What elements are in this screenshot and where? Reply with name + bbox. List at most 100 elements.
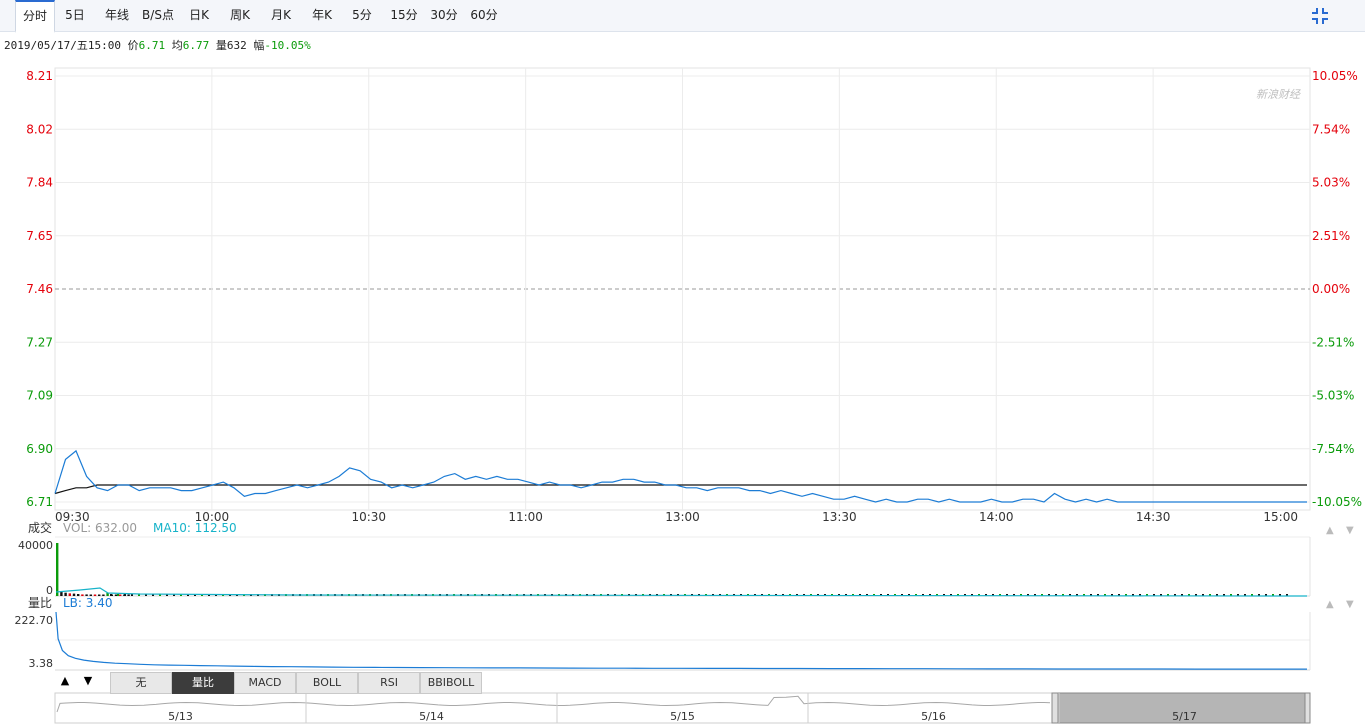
volume-bar <box>1230 594 1232 596</box>
volume-bar <box>1139 594 1141 596</box>
volume-bar <box>642 594 644 596</box>
vol-panel-down-icon[interactable]: ▼ <box>1346 525 1354 536</box>
volume-bar <box>985 594 987 596</box>
quote-info-bar: 2019/05/17/五15:00 价6.71 均6.77 量632 幅-10.… <box>4 37 311 53</box>
tab-day-k[interactable]: 日K <box>184 0 214 31</box>
collapse-icon[interactable] <box>1311 7 1329 25</box>
tab-intraday[interactable]: 分时 <box>15 0 55 33</box>
tab-60min[interactable]: 60分 <box>468 0 500 31</box>
volume-bar <box>89 594 92 596</box>
volume-bar <box>1027 594 1029 596</box>
volume-bar <box>376 594 378 596</box>
volume-bar <box>705 594 707 596</box>
tab-15min[interactable]: 15分 <box>388 0 420 31</box>
percent-axis-tick: -2.51% <box>1312 335 1354 349</box>
lb-panel-down-icon[interactable]: ▼ <box>1346 599 1354 610</box>
lb-panel-up-icon[interactable]: ▲ <box>1326 599 1334 610</box>
volume-bar <box>123 594 126 596</box>
volume-bar <box>810 594 812 596</box>
volume-bar <box>173 594 175 596</box>
volume-bar <box>1013 594 1015 596</box>
indicator-tab-rsi[interactable]: RSI <box>358 672 420 694</box>
tab-5day[interactable]: 5日 <box>60 0 90 31</box>
volume-bar <box>852 594 854 596</box>
volume-bar <box>1251 594 1253 596</box>
volume-bar <box>292 594 294 596</box>
volume-panel-label: 成交 <box>28 520 52 535</box>
volume-bar <box>229 594 231 596</box>
volume-bar <box>348 594 350 596</box>
volume-bar <box>684 594 686 596</box>
volume-bar <box>866 594 868 596</box>
volume-bar <box>670 594 672 596</box>
volume-bar <box>838 594 840 596</box>
tab-week-k[interactable]: 周K <box>225 0 255 31</box>
volume-bar <box>60 592 63 596</box>
time-axis-tick: 11:00 <box>508 510 543 524</box>
volume-bar <box>201 594 203 596</box>
vol-panel-up-icon[interactable]: ▲ <box>1326 525 1334 536</box>
tab-year-line[interactable]: 年线 <box>100 0 134 31</box>
volume-bar <box>159 594 161 596</box>
avg-label: 均 <box>171 39 183 52</box>
tab-30min[interactable]: 30分 <box>428 0 460 31</box>
tab-bs-point[interactable]: B/S点 <box>140 0 176 31</box>
volume-bar <box>327 594 329 596</box>
volume-bar <box>880 594 882 596</box>
volume-bar <box>992 594 994 596</box>
percent-axis-tick: -5.03% <box>1312 389 1354 403</box>
tab-year-k[interactable]: 年K <box>307 0 337 31</box>
indicator-up-button[interactable]: ▲ <box>57 673 73 689</box>
volume-bar <box>719 594 721 596</box>
volume-bar <box>530 594 532 596</box>
volume-bar <box>1279 594 1281 596</box>
navigator-selection[interactable] <box>1057 692 1306 724</box>
volume-bar <box>320 594 322 596</box>
volume-bar <box>313 594 315 596</box>
volume-bar <box>957 594 959 596</box>
volume-bar <box>943 594 945 596</box>
tab-month-k[interactable]: 月K <box>266 0 296 31</box>
volume-bar <box>635 594 637 596</box>
volume-bar <box>1167 594 1169 596</box>
volume-ratio-panel-label: 量比 <box>28 596 52 610</box>
indicator-tab-macd[interactable]: MACD <box>234 672 296 694</box>
volume-bar <box>761 594 763 596</box>
time-axis-tick: 10:30 <box>351 510 386 524</box>
volume-bar <box>936 594 938 596</box>
volume-bar <box>621 594 623 596</box>
price-axis-tick: 7.09 <box>26 389 53 403</box>
volume-bar <box>250 594 252 596</box>
volume-bar <box>873 594 875 596</box>
volume-ratio-line <box>55 611 1307 670</box>
volume-bar <box>110 594 113 596</box>
volume-bar <box>152 594 154 596</box>
volume-bar <box>68 593 71 596</box>
volume-bar <box>726 594 728 596</box>
tab-5min[interactable]: 5分 <box>348 0 376 31</box>
volume-bar <box>1041 594 1043 596</box>
navigator-handle-left[interactable] <box>1051 692 1059 724</box>
volume-bar <box>544 594 546 596</box>
indicator-tab-volume-ratio[interactable]: 量比 <box>172 672 234 694</box>
price-axis-tick: 7.65 <box>26 229 53 243</box>
volume-bar <box>299 594 301 596</box>
volume-bar <box>502 594 504 596</box>
indicator-tab-bbiboll[interactable]: BBIBOLL <box>420 672 482 694</box>
indicator-down-button[interactable]: ▼ <box>80 673 96 689</box>
volume-bar <box>747 594 749 596</box>
volume-bar <box>418 594 420 596</box>
indicator-tab-none[interactable]: 无 <box>110 672 172 694</box>
indicator-tab-boll[interactable]: BOLL <box>296 672 358 694</box>
volume-bar <box>978 594 980 596</box>
volume-bar <box>523 594 525 596</box>
volume-bar <box>110 594 112 596</box>
navigator-handle-right[interactable] <box>1304 692 1311 724</box>
period-tab-bar: 分时 5日 年线 B/S点 日K 周K 月K 年K 5分 15分 30分 60分 <box>0 0 1365 33</box>
volume-bar <box>1097 594 1099 596</box>
price-value: 6.71 <box>138 39 166 52</box>
price-axis-tick: 7.84 <box>26 176 53 190</box>
volume-bar <box>740 594 742 596</box>
volume-bar <box>138 594 140 596</box>
volume-bar <box>93 594 97 596</box>
